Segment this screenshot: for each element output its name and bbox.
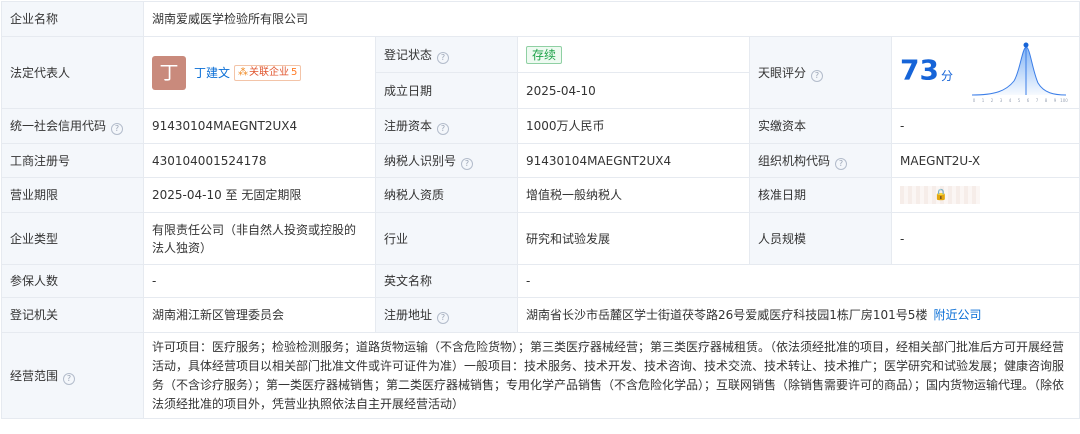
row-biz-term: 营业期限 2025-04-10 至 无固定期限 纳税人资质 增值税一般纳税人 核…: [1, 177, 1080, 213]
taxpayer-qual-value: 增值税一般纳税人: [517, 177, 750, 213]
row-scope: 经营范围? 许可项目：医疗服务；检验检测服务；道路货物运输（不含危险货物）；第三…: [1, 332, 1080, 419]
tianyan-score-unit: 分: [940, 68, 953, 83]
company-type-label: 企业类型: [1, 212, 144, 265]
related-company-count: 5: [291, 66, 298, 78]
reg-address-cell: 湖南省长沙市岳麓区学士街道茯苓路26号爱威医疗科技园1栋厂房101号5楼 附近公司: [516, 297, 1080, 333]
avatar[interactable]: 丁: [152, 55, 186, 90]
tick-label: 4: [1009, 98, 1012, 103]
row-company-type: 企业类型 有限责任公司（非自然人投资或控股的法人独资） 行业 研究和试验发展 人…: [1, 212, 1080, 265]
biz-reg-no-value: 430104001524178: [143, 143, 376, 178]
legal-rep-cell: 丁丁建文 ⁂关联企业 5: [143, 36, 376, 109]
staff-size-value: -: [890, 212, 1080, 265]
row-insured: 参保人数 - 英文名称 -: [1, 264, 1080, 298]
legal-rep-label: 法定代表人: [1, 36, 144, 109]
insured-label: 参保人数: [1, 264, 144, 298]
reg-capital-label: 注册资本?: [375, 108, 518, 144]
help-icon[interactable]: ?: [437, 51, 450, 64]
tick-label: 1: [982, 98, 985, 103]
reg-address-label: 注册地址?: [375, 297, 518, 333]
biz-reg-no-label: 工商注册号: [1, 143, 144, 178]
company-name-value: 湖南爱威医学检验所有限公司: [142, 1, 1080, 37]
help-icon[interactable]: ?: [835, 157, 848, 170]
score-distribution-chart: 0 1 2 3 4 5 6 7 8 9 100: [971, 42, 1068, 103]
approval-date-label: 核准日期: [749, 177, 892, 213]
help-icon[interactable]: ?: [811, 69, 824, 82]
company-name-label: 企业名称: [1, 1, 144, 37]
company-info-panel: 企业名称 湖南爱威医学检验所有限公司 法定代表人 丁丁建文 ⁂关联企业 5 登记状态…: [1, 1, 1080, 432]
tick-label: 3: [1000, 98, 1003, 103]
tick-label: 9: [1054, 98, 1057, 103]
biz-term-label: 营业期限: [1, 177, 144, 213]
found-date-value: 2025-04-10: [517, 72, 750, 109]
tick-label: 5: [1018, 98, 1021, 103]
scope-label: 经营范围?: [1, 332, 144, 419]
related-company-badge[interactable]: ⁂关联企业 5: [234, 64, 302, 81]
tick-label: 7: [1036, 98, 1039, 103]
industry-label: 行业: [375, 212, 518, 265]
help-icon[interactable]: ?: [437, 123, 450, 135]
english-name-label: 英文名称: [375, 264, 518, 298]
reg-address-value: 湖南省长沙市岳麓区学士街道茯苓路26号爱威医疗科技园1栋厂房101号5楼: [526, 308, 928, 322]
score-marker-dot: [1023, 42, 1029, 48]
paid-capital-label: 实缴资本: [749, 108, 892, 144]
lock-icon: 🔒: [934, 188, 948, 202]
row-company-name: 企业名称 湖南爱威医学检验所有限公司: [1, 1, 1080, 37]
nearby-companies-link[interactable]: 附近公司: [933, 308, 981, 322]
tick-label: 100: [1060, 98, 1068, 103]
help-icon[interactable]: ?: [461, 157, 474, 170]
industry-value: 研究和试验发展: [517, 212, 750, 265]
scope-value: 许可项目：医疗服务；检验检测服务；道路货物运输（不含危险货物）；第三类医疗器械经…: [142, 332, 1080, 419]
reg-status-label: 登记状态?: [375, 36, 518, 73]
status-badge: 存续: [526, 45, 563, 64]
taxpayer-qual-label: 纳税人资质: [375, 177, 518, 213]
tianyan-score-cell[interactable]: 73 分 0 1 2 3 4 5 6 7 8 9 100: [890, 36, 1080, 109]
reg-capital-value: 1000万人民币: [517, 108, 750, 144]
row-reg-authority: 登记机关 湖南湘江新区管理委员会 注册地址? 湖南省长沙市岳麓区学士街道茯苓路2…: [1, 297, 1080, 333]
locked-content[interactable]: 🔒: [900, 186, 980, 205]
approval-date-value[interactable]: 🔒: [890, 177, 1080, 213]
related-company-icon: ⁂: [238, 66, 249, 78]
credit-code-label: 统一社会信用代码?: [1, 108, 144, 144]
tick-label: 8: [1045, 98, 1048, 103]
reg-authority-value: 湖南湘江新区管理委员会: [143, 297, 376, 333]
tick-label: 2: [991, 98, 994, 103]
help-icon[interactable]: ?: [111, 123, 124, 135]
taxpayer-id-label: 纳税人识别号?: [375, 143, 518, 178]
tick-label: 6: [1027, 98, 1030, 103]
taxpayer-id-value: 91430104MAEGNT2UX4: [517, 143, 750, 178]
help-icon[interactable]: ?: [63, 372, 76, 385]
org-code-label: 组织机构代码?: [749, 143, 892, 178]
tick-label: 0: [973, 98, 976, 103]
biz-term-value: 2025-04-10 至 无固定期限: [143, 177, 376, 213]
tianyan-label: 天眼评分?: [749, 36, 892, 109]
tianyan-score: 73: [900, 53, 939, 86]
row-biz-reg-no: 工商注册号 430104001524178 纳税人识别号? 91430104MA…: [1, 143, 1080, 178]
legal-rep-name-link[interactable]: 丁建文: [194, 66, 230, 80]
reg-status-cell: 存续: [517, 36, 750, 73]
paid-capital-value: -: [890, 108, 1080, 144]
row-credit-code: 统一社会信用代码? 91430104MAEGNT2UX4 注册资本? 1000万…: [1, 108, 1080, 144]
found-date-label: 成立日期: [375, 72, 518, 109]
staff-size-label: 人员规模: [749, 212, 892, 265]
distribution-area: [972, 47, 1066, 95]
help-icon[interactable]: ?: [437, 312, 450, 324]
row-legal-rep: 法定代表人 丁丁建文 ⁂关联企业 5 登记状态? 存续 天眼评分? 73 分 0 1 2 3…: [1, 36, 1080, 109]
company-type-value: 有限责任公司（非自然人投资或控股的法人独资）: [143, 212, 376, 265]
credit-code-value: 91430104MAEGNT2UX4: [143, 108, 376, 144]
english-name-value: -: [516, 264, 1080, 298]
org-code-value: MAEGNT2U-X: [890, 143, 1080, 178]
insured-value: -: [143, 264, 376, 298]
company-info-table: 企业名称 湖南爱威医学检验所有限公司 法定代表人 丁丁建文 ⁂关联企业 5 登记状态…: [1, 1, 1080, 419]
reg-authority-label: 登记机关: [1, 297, 144, 333]
